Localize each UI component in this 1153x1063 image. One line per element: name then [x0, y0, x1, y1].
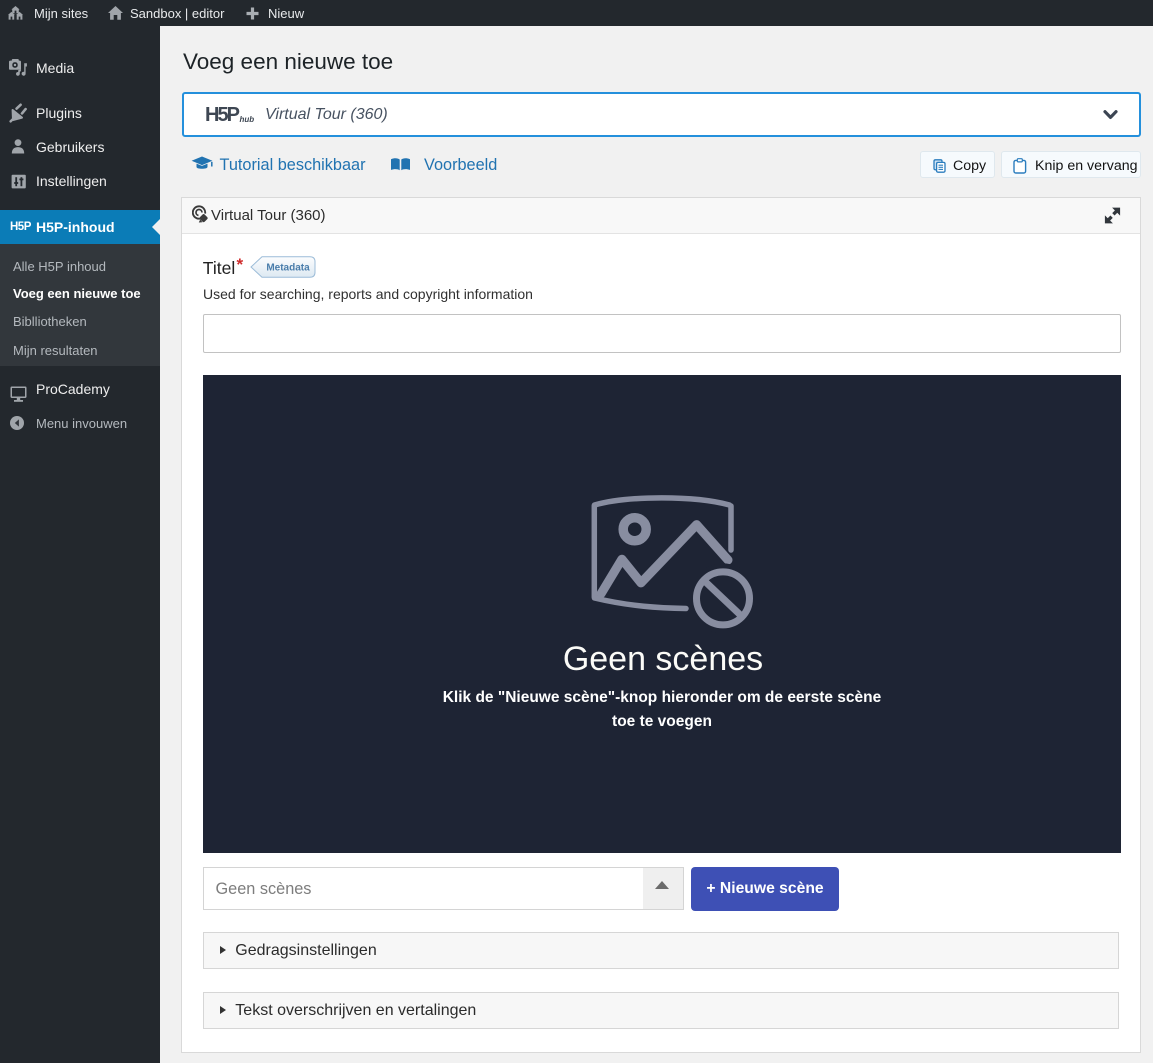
- svg-text:Metadata: Metadata: [266, 263, 310, 274]
